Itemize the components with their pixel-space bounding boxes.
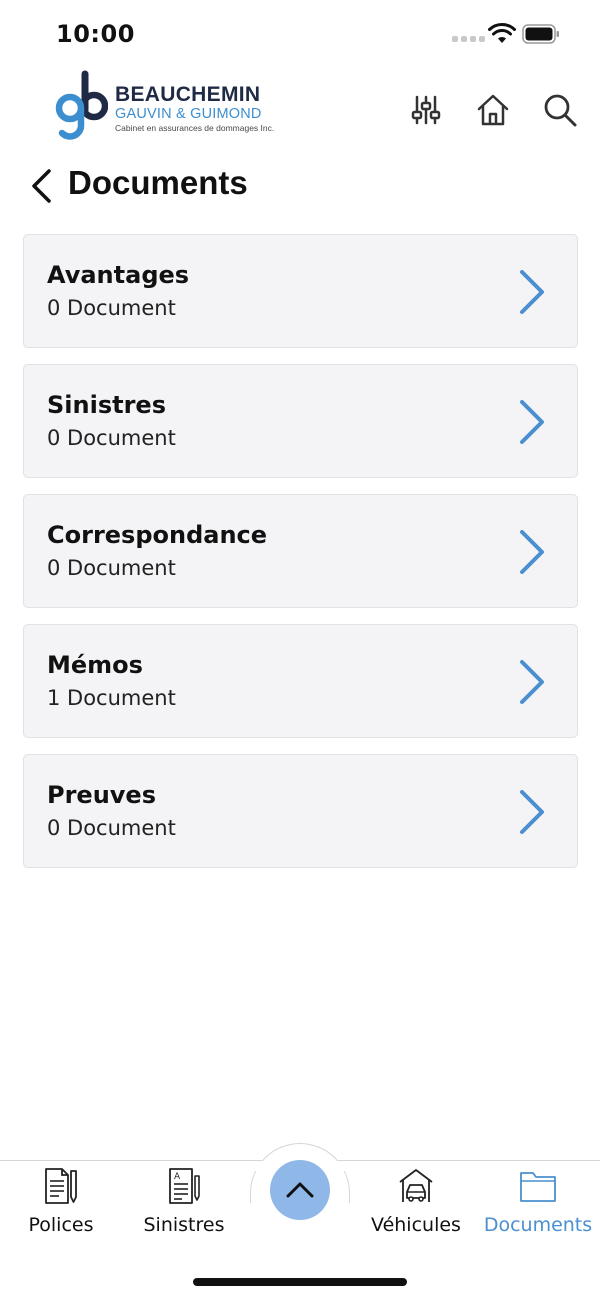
category-count: 0 Document — [47, 426, 176, 450]
nav-item-sinistres[interactable]: A Sinistres — [124, 1166, 244, 1246]
page-title-row: Documents — [0, 160, 600, 212]
category-count: 0 Document — [47, 816, 176, 840]
chevron-left-icon — [32, 169, 51, 203]
nav-item-documents[interactable]: Documents — [478, 1166, 598, 1246]
policy-document-icon — [45, 1168, 77, 1204]
nav-item-vehicules[interactable]: Véhicules — [356, 1166, 476, 1246]
category-title: Preuves — [47, 781, 156, 809]
nav-label: Documents — [483, 1214, 593, 1236]
brand-tagline: Cabinet en assurances de dommages Inc. — [115, 123, 275, 133]
category-count: 0 Document — [47, 556, 176, 580]
app-header: BEAUCHEMIN GAUVIN & GUIMOND Cabinet en a… — [0, 64, 600, 154]
status-time: 10:00 — [56, 20, 135, 48]
category-card-avantages[interactable]: Avantages 0 Document — [23, 234, 578, 348]
category-count: 1 Document — [47, 686, 176, 710]
nav-label: Véhicules — [371, 1214, 461, 1236]
category-card-memos[interactable]: Mémos 1 Document — [23, 624, 578, 738]
chevron-up-icon — [286, 1182, 314, 1198]
nav-item-polices[interactable]: Polices — [1, 1166, 121, 1246]
home-button[interactable] — [473, 90, 513, 130]
home-icon — [477, 94, 509, 126]
svg-text:A: A — [174, 1172, 181, 1182]
category-title: Mémos — [47, 651, 143, 679]
filter-icon — [411, 95, 441, 125]
search-icon — [544, 94, 577, 127]
chevron-right-icon — [520, 790, 544, 834]
car-garage-icon — [399, 1169, 433, 1202]
search-button[interactable] — [540, 90, 580, 130]
folder-icon — [520, 1172, 556, 1202]
nav-label: Sinistres — [143, 1214, 225, 1236]
wifi-icon — [488, 22, 516, 43]
nav-label: Polices — [28, 1214, 94, 1236]
brand-logo-icon — [55, 70, 108, 140]
chevron-right-icon — [520, 660, 544, 704]
brand-subname: GAUVIN & GUIMOND — [115, 106, 262, 122]
category-card-sinistres[interactable]: Sinistres 0 Document — [23, 364, 578, 478]
brand-name: BEAUCHEMIN — [115, 83, 261, 106]
page-title: Documents — [68, 164, 248, 201]
home-indicator — [193, 1278, 407, 1286]
cellular-signal-icon — [452, 36, 486, 44]
brand-logo: BEAUCHEMIN GAUVIN & GUIMOND Cabinet en a… — [115, 84, 274, 134]
category-card-correspondance[interactable]: Correspondance 0 Document — [23, 494, 578, 608]
category-title: Sinistres — [47, 391, 166, 419]
category-count: 0 Document — [47, 296, 176, 320]
document-category-list: Avantages 0 Document Sinistres 0 Documen… — [23, 234, 578, 884]
back-button[interactable] — [26, 166, 56, 206]
claims-form-icon: A — [169, 1168, 200, 1204]
battery-icon — [522, 24, 559, 44]
category-title: Correspondance — [47, 521, 268, 549]
filter-button[interactable] — [406, 90, 446, 130]
category-card-preuves[interactable]: Preuves 0 Document — [23, 754, 578, 868]
chevron-right-icon — [520, 270, 544, 314]
category-title: Avantages — [47, 261, 190, 289]
chevron-right-icon — [520, 400, 544, 444]
expand-menu-button[interactable] — [270, 1160, 330, 1220]
chevron-right-icon — [520, 530, 544, 574]
status-bar: 10:00 — [0, 0, 600, 64]
